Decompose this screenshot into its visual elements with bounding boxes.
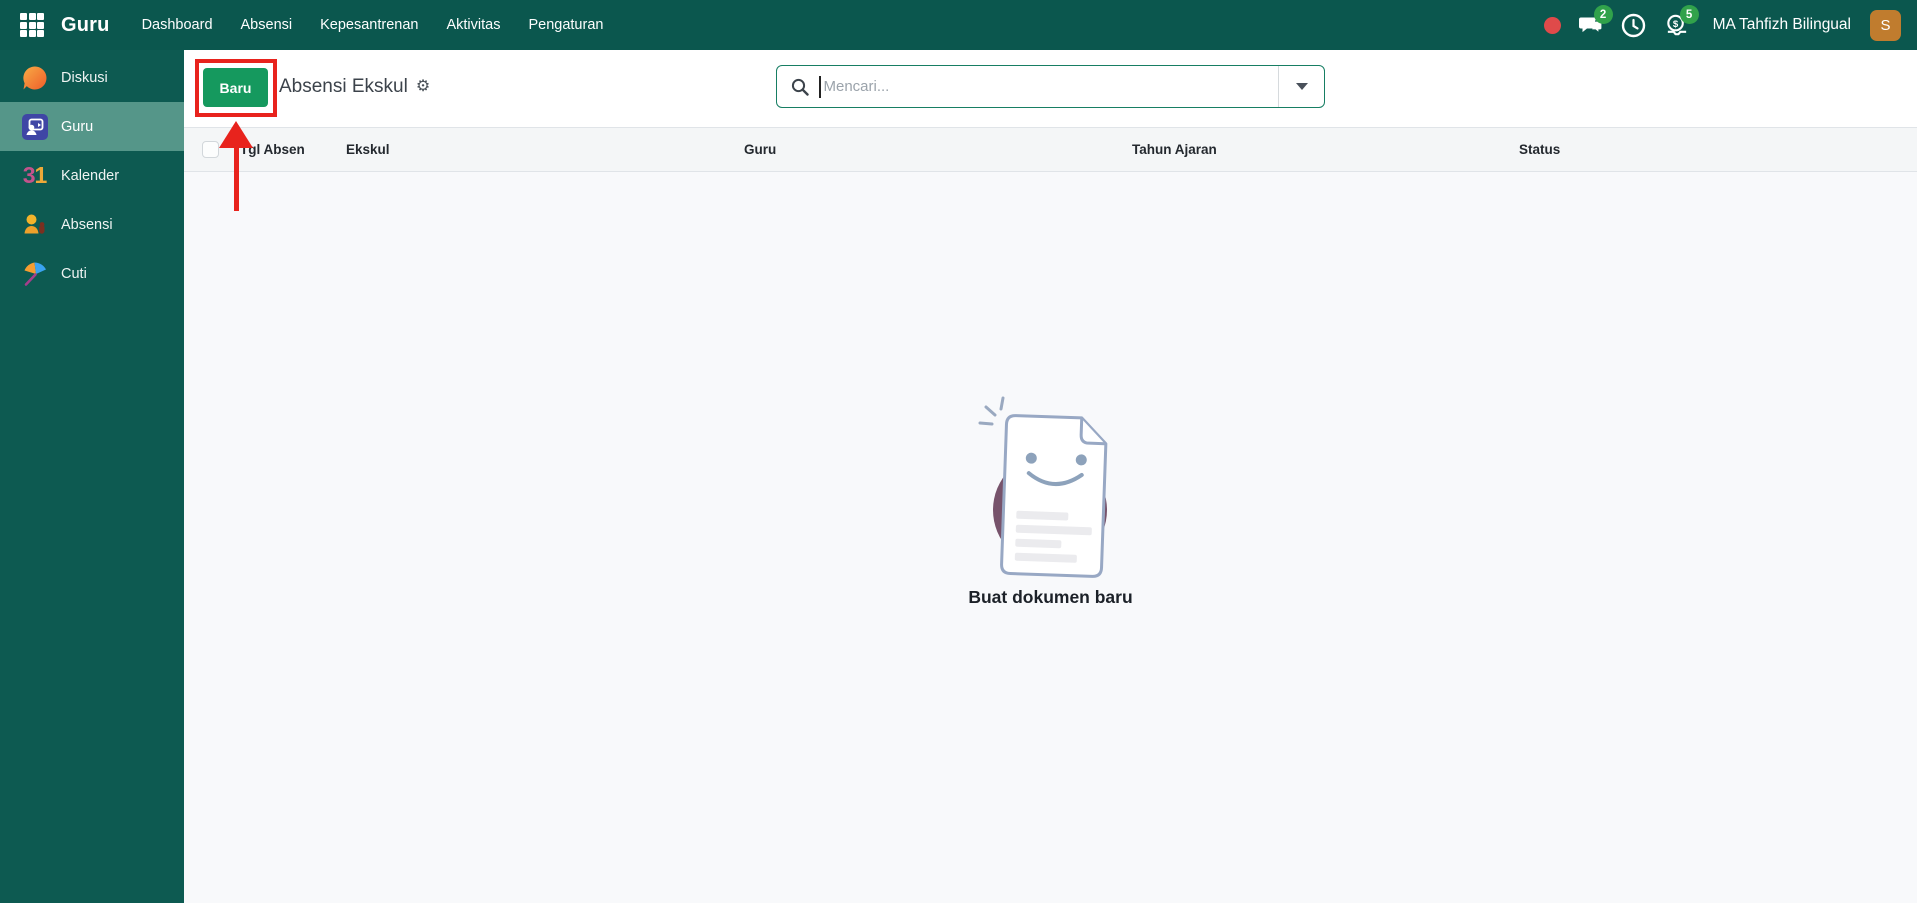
menu-aktivitas[interactable]: Aktivitas (446, 17, 500, 33)
column-header-ekskul[interactable]: Ekskul (346, 128, 390, 171)
navbar-menu: Dashboard Absensi Kepesantrenan Aktivita… (142, 17, 604, 33)
list-header-row: Tgl Absen Ekskul Guru Tahun Ajaran Statu… (184, 127, 1917, 172)
menu-dashboard[interactable]: Dashboard (142, 17, 213, 33)
sidebar-item-label: Absensi (61, 216, 113, 233)
expenses-badge: 5 (1679, 5, 1699, 24)
attendance-person-icon (21, 211, 48, 238)
recording-dot-icon (1543, 16, 1561, 34)
svg-text:$: $ (1672, 18, 1678, 29)
user-avatar[interactable]: S (1870, 9, 1901, 41)
menu-pengaturan[interactable]: Pengaturan (528, 17, 603, 33)
gear-icon[interactable]: ⚙ (416, 79, 430, 95)
messages-badge: 2 (1593, 5, 1613, 24)
search-icon (791, 78, 809, 96)
sidebar-item-kalender[interactable]: 31 Kalender (0, 151, 184, 200)
sidebar-item-absensi[interactable]: Absensi (0, 200, 184, 249)
expenses-button[interactable]: $ 5 (1664, 5, 1699, 38)
activities-clock-button[interactable] (1621, 12, 1647, 38)
breadcrumb: Absensi Ekskul ⚙ (279, 76, 430, 98)
menu-kepesantrenan[interactable]: Kepesantrenan (320, 17, 418, 33)
sidebar-item-cuti[interactable]: Cuti (0, 249, 184, 298)
sidebar: Diskusi Guru 31 Kalender Absensi Cuti (0, 50, 184, 903)
company-name[interactable]: MA Tahfizh Bilingual (1713, 16, 1851, 34)
app-brand[interactable]: Guru (61, 14, 110, 37)
main-content: Baru Absensi Ekskul ⚙ Tgl Absen Ekskul G… (184, 50, 1917, 903)
column-header-tahun-ajaran[interactable]: Tahun Ajaran (1132, 128, 1217, 171)
column-header-guru[interactable]: Guru (744, 128, 776, 171)
sidebar-item-diskusi[interactable]: Diskusi (0, 53, 184, 102)
search-dropdown-toggle[interactable] (1279, 66, 1324, 107)
clock-icon (1621, 13, 1646, 37)
search-bar (776, 65, 1325, 108)
sidebar-item-label: Cuti (61, 265, 87, 282)
top-navbar: Guru Dashboard Absensi Kepesantrenan Akt… (0, 0, 1917, 50)
empty-state-message: Buat dokumen baru (968, 587, 1133, 607)
sidebar-item-label: Guru (61, 118, 94, 135)
menu-absensi[interactable]: Absensi (241, 17, 293, 33)
new-button[interactable]: Baru (203, 68, 268, 107)
apps-grid-icon[interactable] (20, 13, 44, 37)
sparkle-icon (978, 396, 1005, 426)
timeoff-umbrella-icon (21, 260, 48, 287)
column-header-tgl-absen[interactable]: Tgl Absen (240, 128, 305, 171)
sidebar-item-label: Kalender (61, 167, 120, 184)
sidebar-item-label: Diskusi (61, 69, 108, 86)
discuss-bubble-icon (21, 64, 48, 91)
text-caret (819, 75, 821, 98)
search-input[interactable] (823, 66, 1278, 107)
guru-board-icon (21, 113, 48, 140)
select-all-checkbox[interactable] (202, 141, 219, 158)
messages-button[interactable]: 2 (1578, 5, 1613, 38)
control-panel: Baru Absensi Ekskul ⚙ (184, 50, 1917, 127)
calendar-31-icon: 31 (22, 162, 48, 188)
sidebar-item-guru[interactable]: Guru (0, 102, 184, 151)
navbar-right: 2 $ 5 MA Tahfizh Bilingual S (1543, 5, 1917, 41)
column-header-status[interactable]: Status (1519, 128, 1560, 171)
page-title: Absensi Ekskul (279, 76, 408, 97)
chevron-down-icon (1295, 83, 1308, 90)
